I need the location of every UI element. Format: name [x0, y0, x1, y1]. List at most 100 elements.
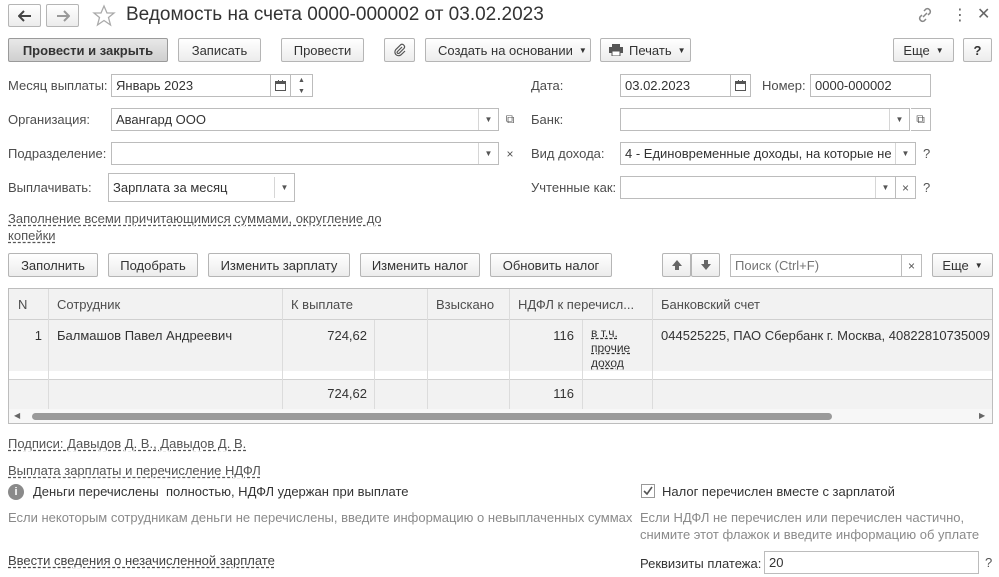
- open-icon[interactable]: ⧉: [911, 108, 931, 131]
- totals-to-pay-extra: [375, 379, 428, 409]
- col-sep: [9, 371, 49, 379]
- clear-icon[interactable]: ×: [500, 142, 520, 165]
- dropdown-arrow-icon: ▼: [578, 45, 587, 55]
- col-header-withheld[interactable]: Взыскано: [428, 289, 510, 320]
- more-vertical-icon[interactable]: ⋮: [952, 5, 968, 25]
- dropdown-arrow-icon: ▼: [974, 260, 983, 270]
- scroll-left-icon[interactable]: ◀: [14, 411, 20, 420]
- more-button[interactable]: Еще ▼: [893, 38, 954, 62]
- number-label: Номер:: [762, 78, 806, 93]
- dropdown-arrow-icon[interactable]: ▼: [274, 177, 294, 198]
- print-button[interactable]: Печать ▼: [600, 38, 691, 62]
- income-type-field[interactable]: 4 - Единовременные доходы, на которые не…: [620, 142, 916, 165]
- dropdown-arrow-icon[interactable]: ▼: [875, 177, 895, 198]
- more-label: Еще: [903, 42, 930, 58]
- save-button[interactable]: Записать: [178, 38, 261, 62]
- month-stepper[interactable]: ▲ ▼: [291, 74, 313, 97]
- arrow-right-icon: [56, 9, 70, 22]
- favorite-star-icon[interactable]: [92, 4, 116, 28]
- row-ndfl: 116: [510, 320, 583, 371]
- totals-withheld: [428, 379, 510, 409]
- tax-paid-checkbox[interactable]: [641, 484, 655, 498]
- col-header-employee[interactable]: Сотрудник: [49, 289, 283, 320]
- move-up-button[interactable]: [662, 253, 691, 277]
- table-search-input[interactable]: [730, 254, 902, 277]
- fill-mode-link-cont[interactable]: копейки: [8, 228, 56, 243]
- horizontal-scrollbar[interactable]: ◀ ▶: [9, 409, 992, 423]
- fill-mode-link[interactable]: Заполнение всеми причитающимися суммами,…: [8, 211, 382, 226]
- col-sep: [583, 371, 653, 379]
- clear-icon[interactable]: ×: [896, 176, 916, 199]
- bank-field[interactable]: ▼: [620, 108, 910, 131]
- unpaid-salary-link[interactable]: Ввести сведения о незачисленной зарплате: [8, 553, 275, 568]
- dropdown-arrow-icon[interactable]: ▼: [889, 109, 909, 130]
- help-button[interactable]: ?: [963, 38, 992, 62]
- create-based-on-button[interactable]: Создать на основании ▼: [425, 38, 591, 62]
- calendar-icon[interactable]: [271, 74, 291, 97]
- counted-as-label: Учтенные как:: [531, 180, 617, 195]
- dropdown-arrow-icon[interactable]: ▼: [895, 143, 915, 164]
- employees-table: N Сотрудник К выплате Взыскано НДФЛ к пе…: [8, 288, 993, 424]
- ndfl-note-line2[interactable]: прочие: [591, 341, 652, 356]
- update-tax-button[interactable]: Обновить налог: [490, 253, 612, 277]
- close-icon[interactable]: ✕: [977, 4, 990, 24]
- department-field[interactable]: ▼: [111, 142, 499, 165]
- ndfl-note-line1[interactable]: в т.ч.: [591, 326, 652, 341]
- totals-ndfl-note: [583, 379, 653, 409]
- date-field[interactable]: 03.02.2023: [620, 74, 731, 97]
- select-button[interactable]: Подобрать: [108, 253, 198, 277]
- month-field[interactable]: Январь 2023: [111, 74, 271, 97]
- table-more-label: Еще: [942, 257, 969, 273]
- row-n: 1: [9, 320, 49, 371]
- dropdown-arrow-icon: ▼: [677, 45, 686, 55]
- row-to-pay: 724,62: [283, 320, 375, 371]
- income-type-help-icon[interactable]: ?: [923, 146, 930, 161]
- scrollbar-thumb[interactable]: [32, 413, 832, 420]
- income-type-label: Вид дохода:: [531, 146, 605, 161]
- col-header-account[interactable]: Банковский счет: [653, 289, 992, 320]
- print-label: Печать: [629, 42, 672, 58]
- payment-details-value: 20: [769, 555, 784, 570]
- post-and-close-button[interactable]: Провести и закрыть: [8, 38, 168, 62]
- change-salary-button[interactable]: Изменить зарплату: [208, 253, 350, 277]
- row-withheld: [428, 320, 510, 371]
- change-tax-button[interactable]: Изменить налог: [360, 253, 480, 277]
- row-ndfl-note[interactable]: в т.ч. прочие доход: [583, 320, 653, 371]
- payment-section-link[interactable]: Выплата зарплаты и перечисление НДФЛ: [8, 463, 261, 478]
- pay-field[interactable]: Зарплата за месяц ▼: [108, 173, 295, 202]
- table-more-button[interactable]: Еще ▼: [932, 253, 993, 277]
- calendar-icon[interactable]: [731, 74, 751, 97]
- arrow-down-icon: [700, 260, 711, 270]
- back-button[interactable]: [8, 4, 41, 27]
- tax-hint-line2: снимите этот флажок и введите информацию…: [640, 527, 980, 542]
- payment-details-field[interactable]: 20: [764, 551, 979, 574]
- tax-paid-checkbox-label[interactable]: Налог перечислен вместе с зарплатой: [662, 484, 895, 499]
- ndfl-note-line3[interactable]: доход: [591, 356, 652, 371]
- bank-label: Банк:: [531, 112, 564, 127]
- scroll-right-icon[interactable]: ▶: [979, 411, 985, 420]
- payment-details-help-icon[interactable]: ?: [985, 555, 992, 570]
- post-button[interactable]: Провести: [281, 38, 364, 62]
- col-sep: [510, 371, 583, 379]
- col-header-to-pay[interactable]: К выплате: [283, 289, 428, 320]
- paid-hint-text: Если некоторым сотрудникам деньги не пер…: [8, 510, 633, 525]
- arrow-up-icon: [671, 260, 682, 270]
- signatures-link[interactable]: Подписи: Давыдов Д. В., Давыдов Д. В.: [8, 436, 246, 451]
- link-icon[interactable]: [916, 6, 934, 27]
- counted-as-help-icon[interactable]: ?: [923, 180, 930, 195]
- fill-button[interactable]: Заполнить: [8, 253, 98, 277]
- forward-button[interactable]: [46, 4, 79, 27]
- organization-field[interactable]: Авангард ООО ▼: [111, 108, 499, 131]
- number-field[interactable]: 0000-000002: [810, 74, 931, 97]
- col-sep: [49, 371, 283, 379]
- month-value: Январь 2023: [116, 78, 194, 93]
- move-down-button[interactable]: [691, 253, 720, 277]
- attach-button[interactable]: [384, 38, 415, 62]
- dropdown-arrow-icon[interactable]: ▼: [478, 109, 498, 130]
- clear-search-icon[interactable]: ×: [902, 254, 922, 277]
- col-header-n[interactable]: N: [9, 289, 49, 320]
- counted-as-field[interactable]: ▼: [620, 176, 896, 199]
- col-header-ndfl[interactable]: НДФЛ к перечисл...: [510, 289, 653, 320]
- dropdown-arrow-icon[interactable]: ▼: [478, 143, 498, 164]
- open-icon[interactable]: ⧉: [500, 108, 520, 131]
